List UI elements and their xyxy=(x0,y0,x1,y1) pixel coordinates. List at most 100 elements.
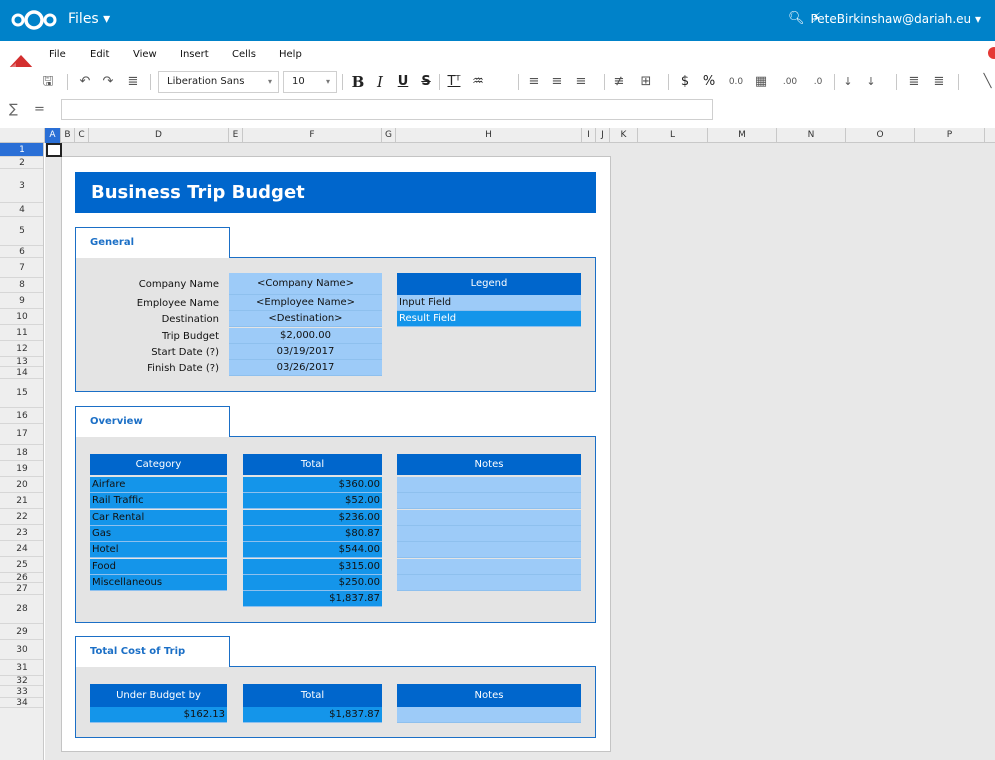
align-left-icon[interactable]: ≡ xyxy=(525,72,543,92)
row-header[interactable]: 10 xyxy=(0,309,43,325)
menu-file[interactable]: File xyxy=(49,49,66,60)
overview-notes-cell[interactable] xyxy=(397,477,581,493)
overview-category-cell[interactable]: Food xyxy=(90,558,227,575)
redo-icon[interactable]: ↷ xyxy=(99,72,117,92)
percent-format-button[interactable]: % xyxy=(700,72,718,92)
overview-notes-cell[interactable] xyxy=(397,493,581,510)
total-cost-value[interactable]: $1,837.87 xyxy=(243,707,382,723)
search-icon[interactable]: 🔍︎ xyxy=(788,11,805,26)
overview-category-cell[interactable]: Rail Traffic xyxy=(90,493,227,510)
row-header[interactable]: 32 xyxy=(0,676,43,686)
wrap-text-icon[interactable]: ≢ xyxy=(610,72,628,92)
overview-notes-cell[interactable] xyxy=(397,574,581,591)
row-header[interactable]: 28 xyxy=(0,595,43,624)
row-header[interactable]: 33 xyxy=(0,686,43,698)
overview-total-cell[interactable]: $80.87 xyxy=(243,525,382,542)
italic-button[interactable]: I xyxy=(371,72,389,92)
row-header[interactable]: 3 xyxy=(0,169,43,203)
overview-total-cell[interactable]: $250.00 xyxy=(243,574,382,591)
select-all-corner[interactable] xyxy=(0,128,45,143)
column-header[interactable]: L xyxy=(638,128,708,143)
close-document-icon[interactable] xyxy=(988,47,995,59)
align-center-icon[interactable]: ≡ xyxy=(548,72,566,92)
currency-format-button[interactable]: $ xyxy=(676,72,694,92)
overview-notes-cell[interactable] xyxy=(397,558,581,575)
overview-category-cell[interactable]: Hotel xyxy=(90,542,227,559)
total-cost-header[interactable]: Total xyxy=(243,684,382,707)
menu-help[interactable]: Help xyxy=(279,49,302,60)
user-menu[interactable]: PeteBirkinshaw@dariah.eu ▾ xyxy=(810,12,981,26)
total-cost-notes-header[interactable]: Notes xyxy=(397,684,581,707)
overview-total-cell[interactable]: $236.00 xyxy=(243,509,382,526)
font-name-select[interactable]: Liberation Sans ▾ xyxy=(158,71,279,93)
row-header[interactable]: 12 xyxy=(0,341,43,357)
column-header[interactable]: N xyxy=(777,128,846,143)
nextcloud-logo-icon[interactable] xyxy=(11,9,57,31)
legend-input-field[interactable]: Input Field xyxy=(397,295,581,311)
strikethrough-button[interactable]: S xyxy=(417,72,435,92)
tab-overview[interactable]: Overview xyxy=(75,406,230,437)
column-header[interactable]: G xyxy=(382,128,396,143)
app-menu-title[interactable]: Files ▾ xyxy=(68,11,110,27)
overview-total-cell[interactable]: $360.00 xyxy=(243,477,382,493)
overview-category-cell[interactable]: Gas xyxy=(90,525,227,542)
row-header[interactable]: 24 xyxy=(0,541,43,557)
row-header[interactable]: 22 xyxy=(0,509,43,525)
row-header[interactable]: 21 xyxy=(0,493,43,509)
row-header[interactable]: 25 xyxy=(0,557,43,573)
trip-budget-field[interactable]: $2,000.00 xyxy=(229,328,382,344)
category-column-header[interactable]: Category xyxy=(90,454,227,475)
under-budget-header[interactable]: Under Budget by xyxy=(90,684,227,707)
legend-result-field[interactable]: Result Field xyxy=(397,311,581,327)
row-header[interactable]: 26 xyxy=(0,573,43,583)
overview-notes-cell[interactable] xyxy=(397,525,581,542)
remove-decimal-button[interactable]: .0 xyxy=(807,72,829,92)
row-header[interactable]: 23 xyxy=(0,525,43,541)
company-name-field[interactable]: <Company Name> xyxy=(229,273,382,295)
format-paint-icon[interactable]: ≣ xyxy=(124,72,142,92)
overview-total-cell[interactable]: $544.00 xyxy=(243,542,382,559)
merge-cells-icon[interactable]: ⊞ xyxy=(637,72,655,92)
column-header[interactable]: D xyxy=(89,128,229,143)
font-color-icon[interactable]: Tᵀ xyxy=(444,72,464,92)
save-icon[interactable]: 🖫 xyxy=(37,72,59,92)
column-header[interactable]: H xyxy=(396,128,582,143)
row-header[interactable]: 11 xyxy=(0,325,43,341)
overview-category-cell[interactable]: Airfare xyxy=(90,477,227,493)
total-cost-notes-cell[interactable] xyxy=(397,707,581,723)
overview-total-cell[interactable]: $52.00 xyxy=(243,493,382,510)
column-header[interactable]: J xyxy=(596,128,610,143)
sheet-title[interactable]: Business Trip Budget xyxy=(75,172,596,213)
column-header[interactable]: B xyxy=(61,128,75,143)
row-header[interactable]: 29 xyxy=(0,624,43,640)
employee-name-field[interactable]: <Employee Name> xyxy=(229,295,382,311)
row-header[interactable]: 9 xyxy=(0,293,43,309)
equals-icon[interactable]: = xyxy=(34,102,45,117)
bold-button[interactable]: B xyxy=(349,72,367,92)
highlight-color-icon[interactable]: ♒︎ xyxy=(468,72,488,92)
menu-edit[interactable]: Edit xyxy=(90,49,109,60)
under-budget-value[interactable]: $162.13 xyxy=(90,707,227,723)
date-format-icon[interactable]: ▦ xyxy=(752,72,770,92)
number-format-button[interactable]: 0.0 xyxy=(725,72,747,92)
row-header[interactable]: 14 xyxy=(0,367,43,379)
overview-notes-cell[interactable] xyxy=(397,509,581,526)
overview-total-cell[interactable]: $315.00 xyxy=(243,558,382,575)
row-header[interactable]: 17 xyxy=(0,424,43,445)
row-header[interactable]: 15 xyxy=(0,379,43,408)
notes-column-header[interactable]: Notes xyxy=(397,454,581,475)
sum-icon[interactable]: ∑ xyxy=(9,102,18,117)
row-header[interactable]: 7 xyxy=(0,258,43,278)
row-header[interactable]: 16 xyxy=(0,408,43,424)
row-header[interactable]: 19 xyxy=(0,461,43,477)
menu-cells[interactable]: Cells xyxy=(232,49,256,60)
font-size-select[interactable]: 10 ▾ xyxy=(283,71,337,93)
column-header[interactable]: O xyxy=(846,128,915,143)
row-header[interactable]: 30 xyxy=(0,640,43,660)
overview-grand-total[interactable]: $1,837.87 xyxy=(243,591,382,607)
sort-descending-icon[interactable]: ↓ xyxy=(862,72,880,92)
overview-category-cell[interactable]: Miscellaneous xyxy=(90,574,227,591)
row-header[interactable]: 13 xyxy=(0,357,43,367)
row-header[interactable]: 4 xyxy=(0,203,43,217)
column-header[interactable]: I xyxy=(582,128,596,143)
